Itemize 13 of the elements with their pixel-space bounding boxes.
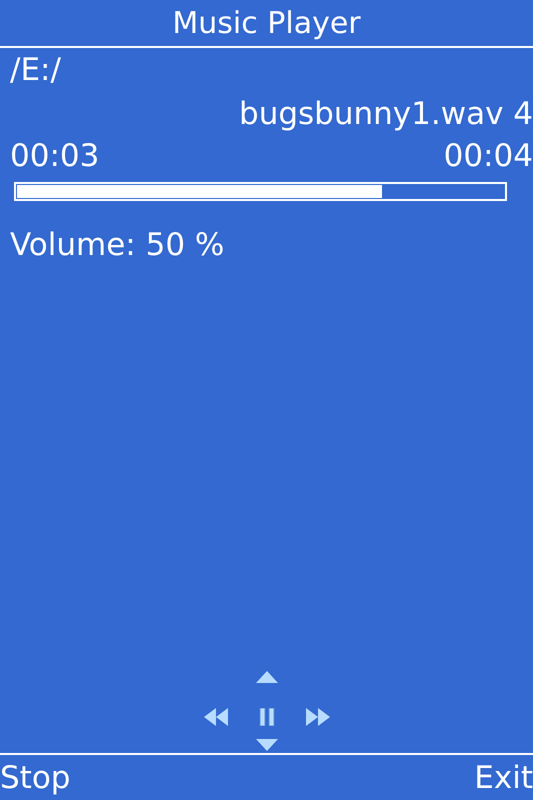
stop-softkey[interactable]: Stop [0,760,70,796]
fast-forward-icon [304,708,330,726]
exit-softkey[interactable]: Exit [474,760,533,796]
down-arrow-icon [256,739,278,751]
up-arrow-icon [256,671,278,683]
rewind-icon [204,708,230,726]
screen-title: Music Player [172,6,361,40]
folder-path: /E:/ [10,51,61,90]
volume-label: Volume: 50 % [10,227,224,263]
pause-icon [258,708,274,726]
elapsed-time: 00:03 [10,137,100,176]
total-time: 00:04 [444,137,533,176]
track-name: bugsbunny1.wav 4 [239,95,533,134]
